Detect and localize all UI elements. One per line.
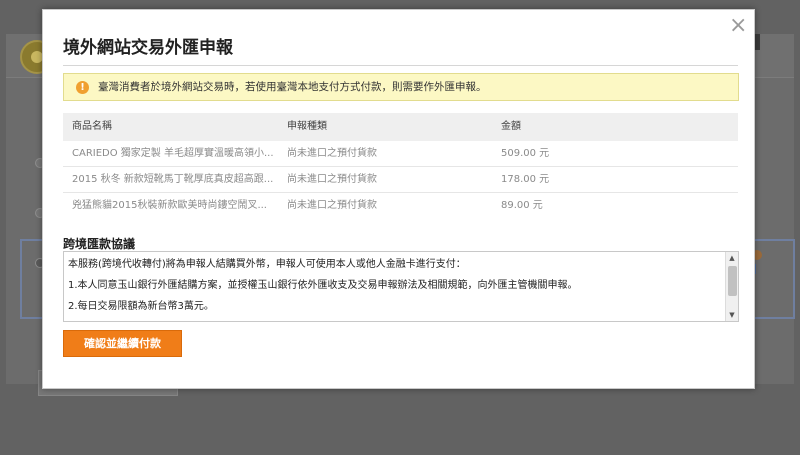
agreement-line: 2.每日交易限額為新台幣3萬元。 xyxy=(68,301,214,312)
agreement-line: 本服務(跨境代收轉付)將為申報人結購買外幣，申報人可使用本人或他人金融卡進行支付… xyxy=(68,259,466,270)
declaration-type: 尚未進口之預付貨款 xyxy=(287,148,377,159)
table-row: 兇猛熊貓2015秋裝新款歐美時尚鏤空鬧叉... 尚未進口之預付貨款 89.00 … xyxy=(63,193,738,219)
agreement-text: 本服務(跨境代收轉付)將為申報人結購買外幣，申報人可使用本人或他人金融卡進行支付… xyxy=(64,252,724,321)
agreement-scrollbar[interactable]: ▲ ▼ xyxy=(725,252,738,321)
scrollbar-thumb[interactable] xyxy=(728,266,737,296)
notice-banner: ! 臺灣消費者於境外網站交易時，若使用臺灣本地支付方式付款，則需要作外匯申報。 xyxy=(63,73,739,101)
declaration-type: 尚未進口之預付貨款 xyxy=(287,200,377,211)
table-row: 2015 秋冬 新款短靴馬丁靴厚底真皮超高跟... 尚未進口之預付貨款 178.… xyxy=(63,167,738,193)
notice-text: 臺灣消費者於境外網站交易時，若使用臺灣本地支付方式付款，則需要作外匯申報。 xyxy=(98,81,487,93)
declaration-type: 尚未進口之預付貨款 xyxy=(287,174,377,185)
chevron-down-icon[interactable]: ▼ xyxy=(726,309,738,321)
header-product-name: 商品名稱 xyxy=(72,121,112,132)
warning-icon: ! xyxy=(76,81,89,94)
modal-title: 境外網站交易外匯申報 xyxy=(63,38,233,58)
header-amount: 金額 xyxy=(501,121,521,132)
header-declaration-type: 申報種類 xyxy=(287,121,327,132)
agreement-scroll-box[interactable]: 本服務(跨境代收轉付)將為申報人結購買外幣，申報人可使用本人或他人金融卡進行支付… xyxy=(63,251,739,322)
product-name: 兇猛熊貓2015秋裝新款歐美時尚鏤空鬧叉... xyxy=(72,200,267,211)
amount: 509.00 元 xyxy=(501,148,550,159)
agreement-line: 1.本人同意玉山銀行外匯結購方案，並授權玉山銀行依外匯收支及交易申報辦法及相關規… xyxy=(68,280,578,291)
chevron-up-icon[interactable]: ▲ xyxy=(726,252,738,264)
product-name: CARIEDO 獨家定製 羊毛超厚實溫暖高領小... xyxy=(72,148,274,159)
table-row: CARIEDO 獨家定製 羊毛超厚實溫暖高領小... 尚未進口之預付貨款 509… xyxy=(63,141,738,167)
close-icon[interactable]: × xyxy=(729,15,747,37)
amount: 178.00 元 xyxy=(501,174,550,185)
product-name: 2015 秋冬 新款短靴馬丁靴厚底真皮超高跟... xyxy=(72,174,274,185)
forex-declaration-modal: 境外網站交易外匯申報 × ! 臺灣消費者於境外網站交易時，若使用臺灣本地支付方式… xyxy=(42,9,755,389)
title-divider xyxy=(63,65,738,66)
amount: 89.00 元 xyxy=(501,200,543,211)
table-header: 商品名稱 申報種類 金額 xyxy=(63,113,738,141)
agreement-title: 跨境匯款協議 xyxy=(63,237,136,251)
declaration-table: 商品名稱 申報種類 金額 CARIEDO 獨家定製 羊毛超厚實溫暖高領小... … xyxy=(63,113,738,219)
confirm-continue-payment-button[interactable]: 確認並繼續付款 xyxy=(63,330,182,357)
